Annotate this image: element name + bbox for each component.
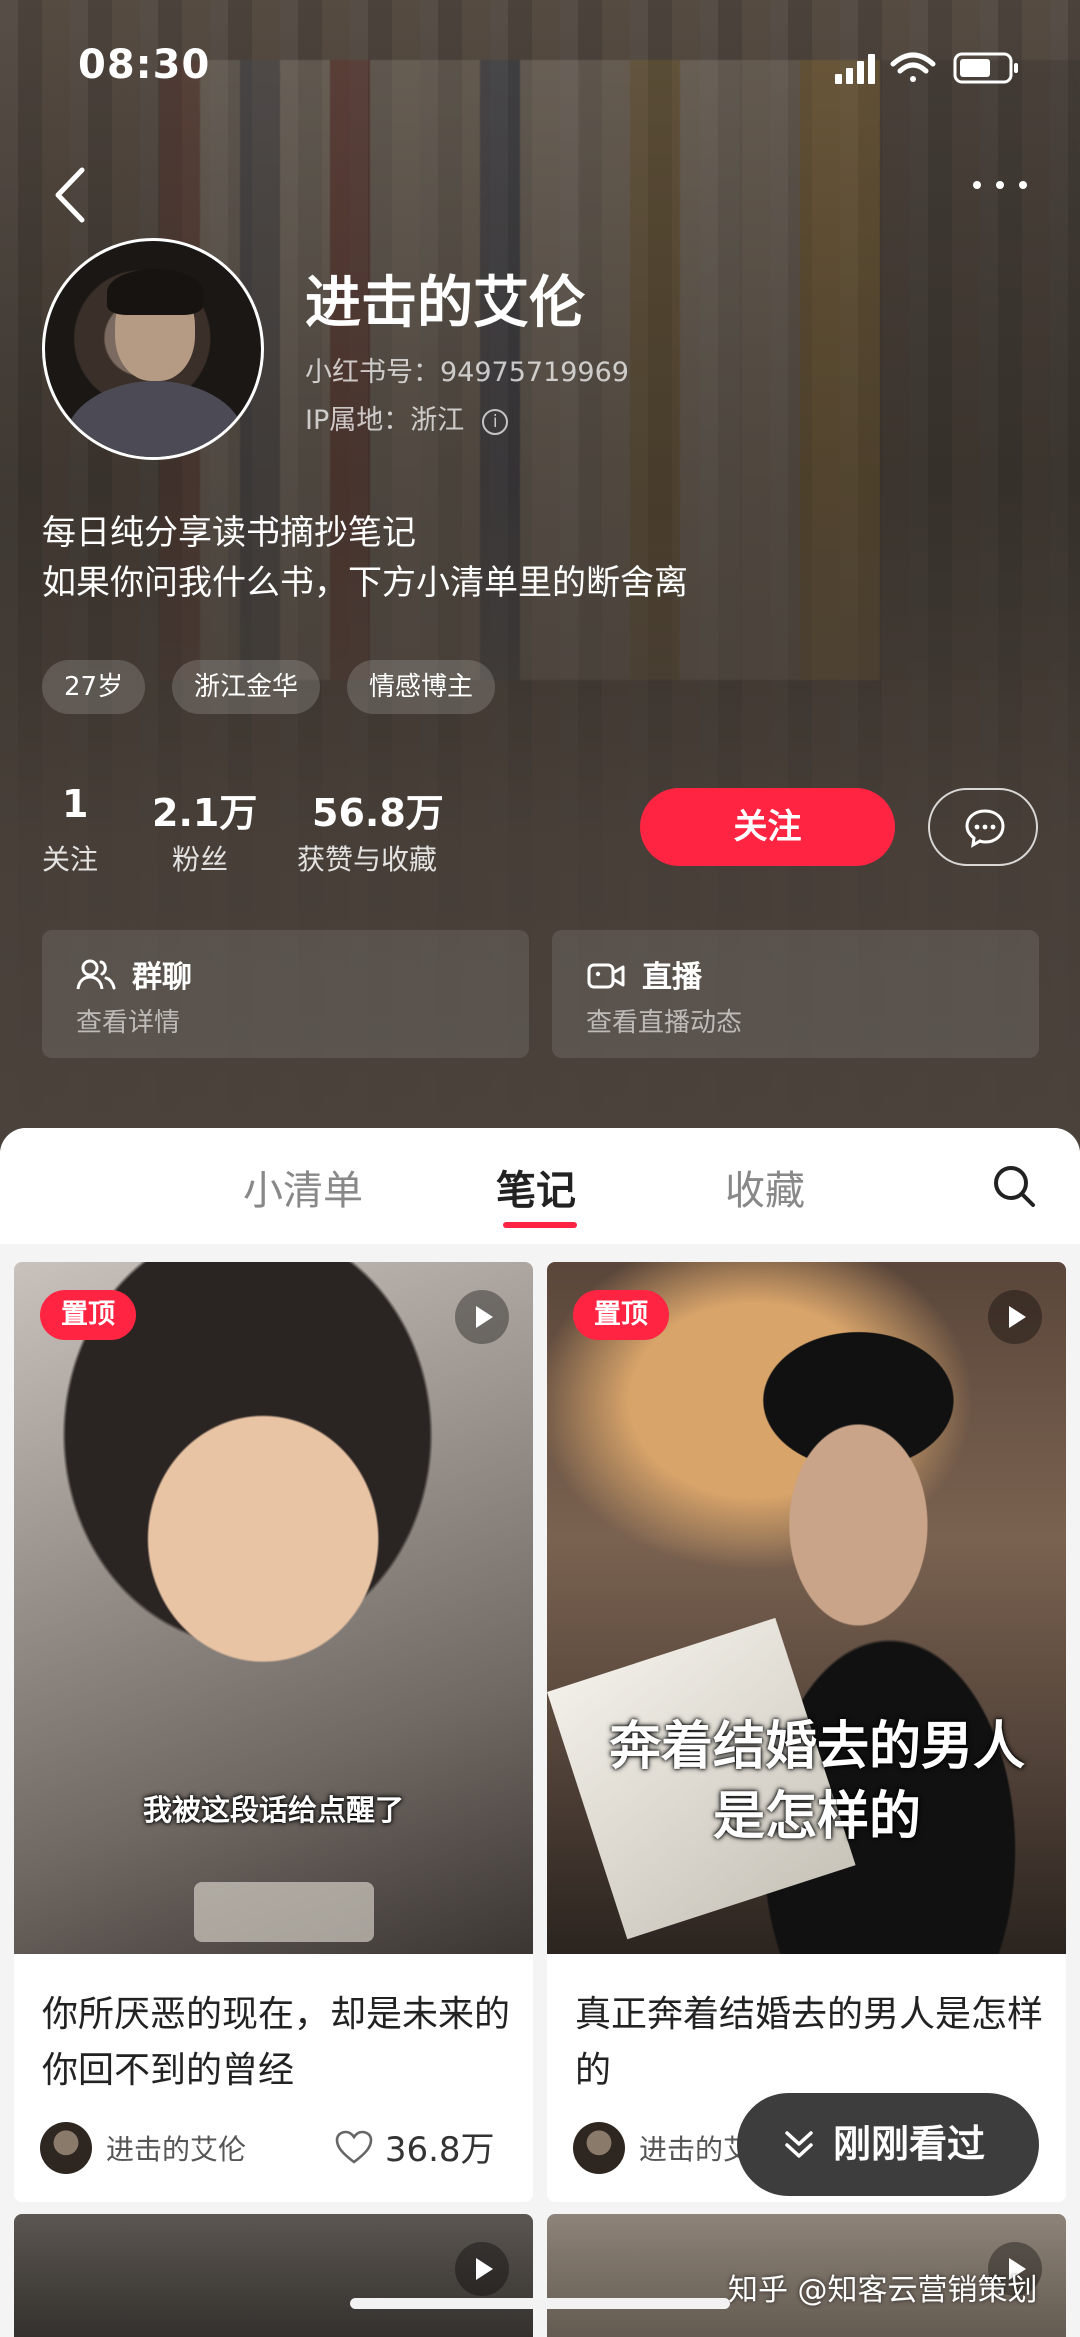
post-thumbnail[interactable]: 奔着结婚去的男人是怎样的 [547, 1262, 1066, 1954]
chat-bubble-icon [965, 809, 1005, 848]
play-icon [455, 2242, 509, 2296]
like-count: 36.8万 [384, 2130, 495, 2170]
follow-button[interactable]: 关注 [640, 788, 895, 866]
post-thumbnail[interactable]: 我被这段话给点醒了 [14, 1262, 533, 1954]
play-icon [988, 1290, 1042, 1344]
battery-icon [953, 52, 1018, 84]
play-icon [455, 1290, 509, 1344]
back-button[interactable] [44, 160, 104, 230]
tab-notes[interactable]: 笔记 [496, 1158, 576, 1216]
tag-location: 浙江金华 [172, 660, 321, 714]
tag-category: 情感博主 [347, 660, 496, 714]
author-avatar [573, 2122, 625, 2174]
signal-icon [835, 54, 875, 84]
tag-age: 27岁 [42, 660, 146, 714]
avatar[interactable] [42, 238, 264, 460]
double-chevron-down-icon [785, 2131, 813, 2158]
wifi-icon [890, 52, 936, 82]
following-label[interactable]: 关注 [42, 838, 98, 878]
likes-label[interactable]: 获赞与收藏 [297, 838, 437, 878]
likes-count[interactable]: 56.8万 [312, 782, 444, 837]
info-icon[interactable]: i [482, 408, 509, 435]
status-icons [835, 52, 1018, 84]
group-chat-card[interactable]: 群聊 查看详情 [42, 930, 529, 1058]
bio-line-1: 每日纯分享读书摘抄笔记 [42, 513, 416, 553]
profile-page: { "status_bar": {"time": "08:30"}, "prof… [0, 0, 1080, 2337]
live-title: 直播 [642, 960, 702, 995]
author-avatar [40, 2122, 92, 2174]
like-control[interactable]: 36.8万 [334, 2122, 495, 2171]
group-chat-subtitle: 查看详情 [76, 1008, 181, 1038]
followers-label[interactable]: 粉丝 [172, 838, 228, 878]
live-card[interactable]: 直播 查看直播动态 [552, 930, 1039, 1058]
live-subtitle: 查看直播动态 [586, 1008, 743, 1038]
watermark: 知乎 @知客云营销策划 [728, 2273, 1038, 2308]
ip-location: IP属地：浙江 i [305, 398, 509, 437]
tab-favorites[interactable]: 收藏 [725, 1158, 805, 1216]
pinned-badge: 置顶 [573, 1290, 669, 1340]
post-title: 你所厌恶的现在，却是未来的你回不到的曾经 [42, 1994, 511, 2091]
post-card[interactable]: 我被这段话给点醒了 置顶 你所厌恶的现在，却是未来的你回不到的曾经 进击的艾伦 … [14, 1262, 533, 2202]
search-icon[interactable] [990, 1162, 1038, 1210]
ip-location-text: IP属地：浙江 [305, 405, 465, 436]
post-author: 进击的艾伦 [106, 2133, 247, 2166]
following-count[interactable]: 1 [62, 782, 88, 826]
nickname: 进击的艾伦 [305, 271, 585, 336]
recently-viewed-label: 刚刚看过 [833, 2122, 986, 2166]
post-caption: 我被这段话给点醒了 [142, 1793, 404, 1827]
post-caption: 奔着结婚去的男人是怎样的 [608, 1717, 1025, 1847]
more-options-icon[interactable] [965, 170, 1035, 200]
post-title: 真正奔着结婚去的男人是怎样的 [575, 1994, 1044, 2091]
followers-count[interactable]: 2.1万 [152, 782, 257, 837]
group-chat-title: 群聊 [132, 960, 192, 995]
heart-icon [335, 2130, 373, 2164]
active-tab-indicator [503, 1222, 577, 1228]
tab-list[interactable]: 小清单 [243, 1158, 363, 1216]
message-button[interactable] [928, 788, 1038, 866]
pinned-badge: 置顶 [40, 1290, 136, 1340]
home-indicator[interactable] [350, 2298, 730, 2309]
post-card[interactable] [14, 2214, 533, 2337]
redbook-id: 小红书号：94975719969 [305, 357, 629, 388]
live-camera-icon [587, 963, 625, 989]
post-card[interactable]: 奔着结婚去的男人是怎样的 置顶 真正奔着结婚去的男人是怎样的 进击的艾伦 [547, 1262, 1066, 2202]
status-time: 08:30 [78, 42, 211, 88]
group-chat-icon [76, 959, 116, 990]
bio-line-2: 如果你问我什么书，下方小清单里的断舍离 [42, 563, 688, 603]
recently-viewed-button[interactable]: 刚刚看过 [737, 2093, 1039, 2196]
